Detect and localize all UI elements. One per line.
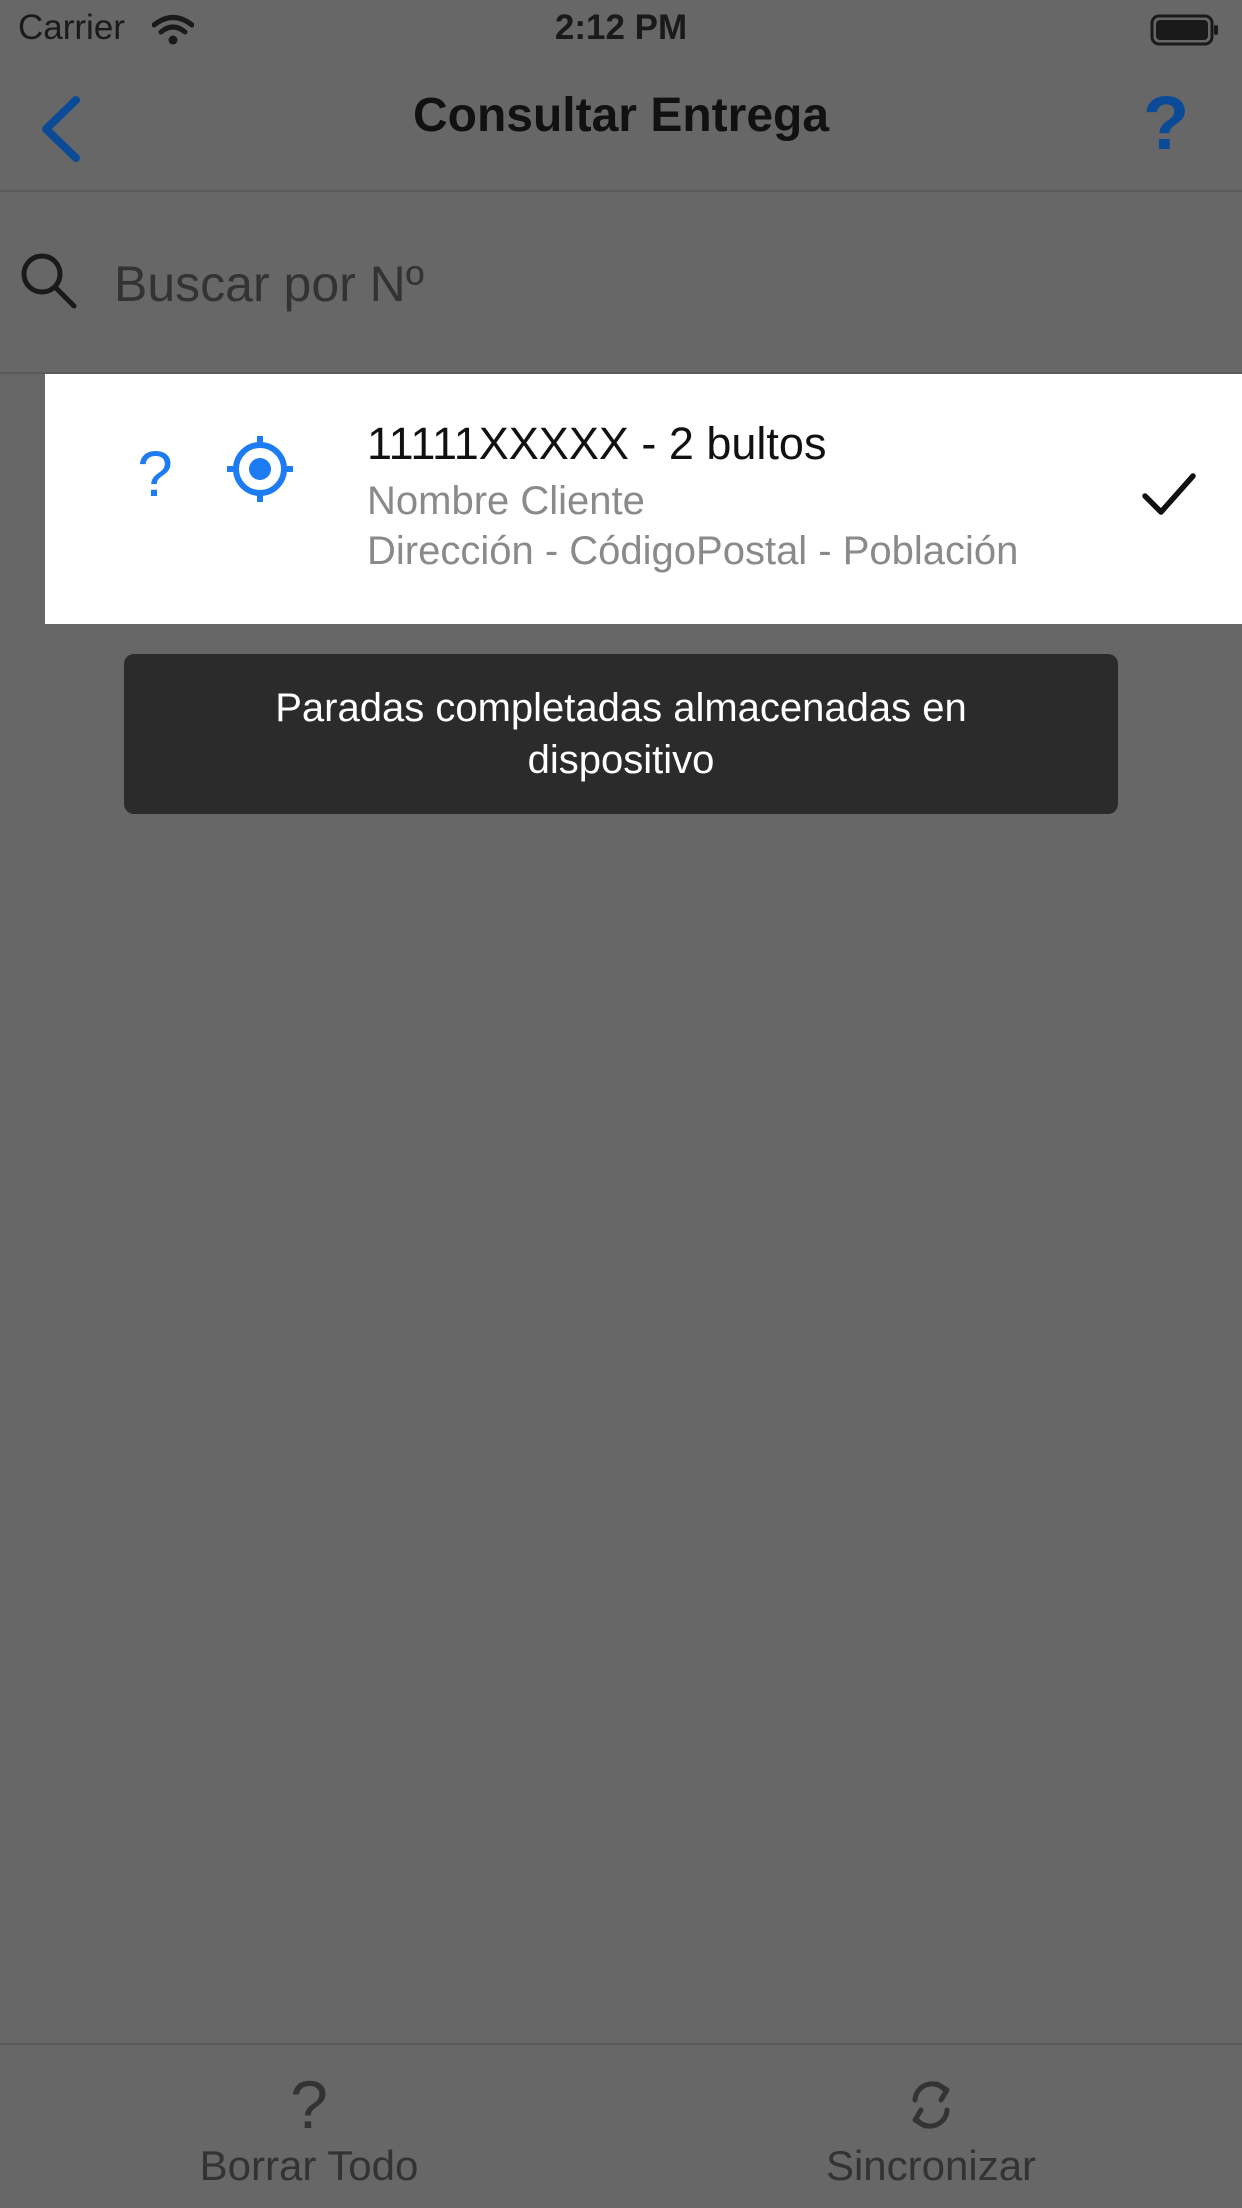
search-icon bbox=[21, 253, 77, 309]
status-time: 2:12 PM bbox=[554, 8, 688, 47]
checkmark-icon bbox=[1142, 473, 1196, 515]
sync-label: Sincronizar bbox=[825, 2142, 1037, 2189]
question-icon: ? bbox=[144, 2070, 474, 2140]
tab-bar-divider bbox=[0, 2043, 1242, 2045]
sync-icon bbox=[912, 2081, 950, 2129]
delivery-address: Dirección - CódigoPostal - Población bbox=[367, 529, 1019, 573]
delivery-list-item[interactable]: ? 11111XXXXX - 2 bultos Nombre Cliente D… bbox=[45, 374, 1242, 624]
toast-message: Paradas completadas almacenadas en dispo… bbox=[275, 686, 967, 782]
clear-all-button[interactable]: ? Borrar Todo bbox=[144, 2060, 474, 2200]
help-button[interactable]: ? bbox=[1136, 84, 1196, 164]
clear-all-label: Borrar Todo bbox=[199, 2142, 419, 2189]
delivery-client: Nombre Cliente bbox=[367, 479, 645, 523]
crosshair-icon[interactable] bbox=[225, 434, 295, 504]
battery-icon bbox=[1150, 14, 1218, 46]
sync-icon-wrap bbox=[766, 2070, 1096, 2140]
nav-divider bbox=[0, 190, 1242, 192]
toast-notification: Paradas completadas almacenadas en dispo… bbox=[124, 654, 1118, 814]
delivery-title: 11111XXXXX - 2 bultos bbox=[367, 418, 827, 469]
page-title: Consultar Entrega bbox=[412, 89, 830, 142]
delivery-help-button[interactable]: ? bbox=[125, 434, 185, 514]
search-input[interactable] bbox=[112, 248, 1216, 320]
question-glyph: ? bbox=[290, 2067, 328, 2143]
sync-button[interactable]: Sincronizar bbox=[766, 2060, 1096, 2200]
